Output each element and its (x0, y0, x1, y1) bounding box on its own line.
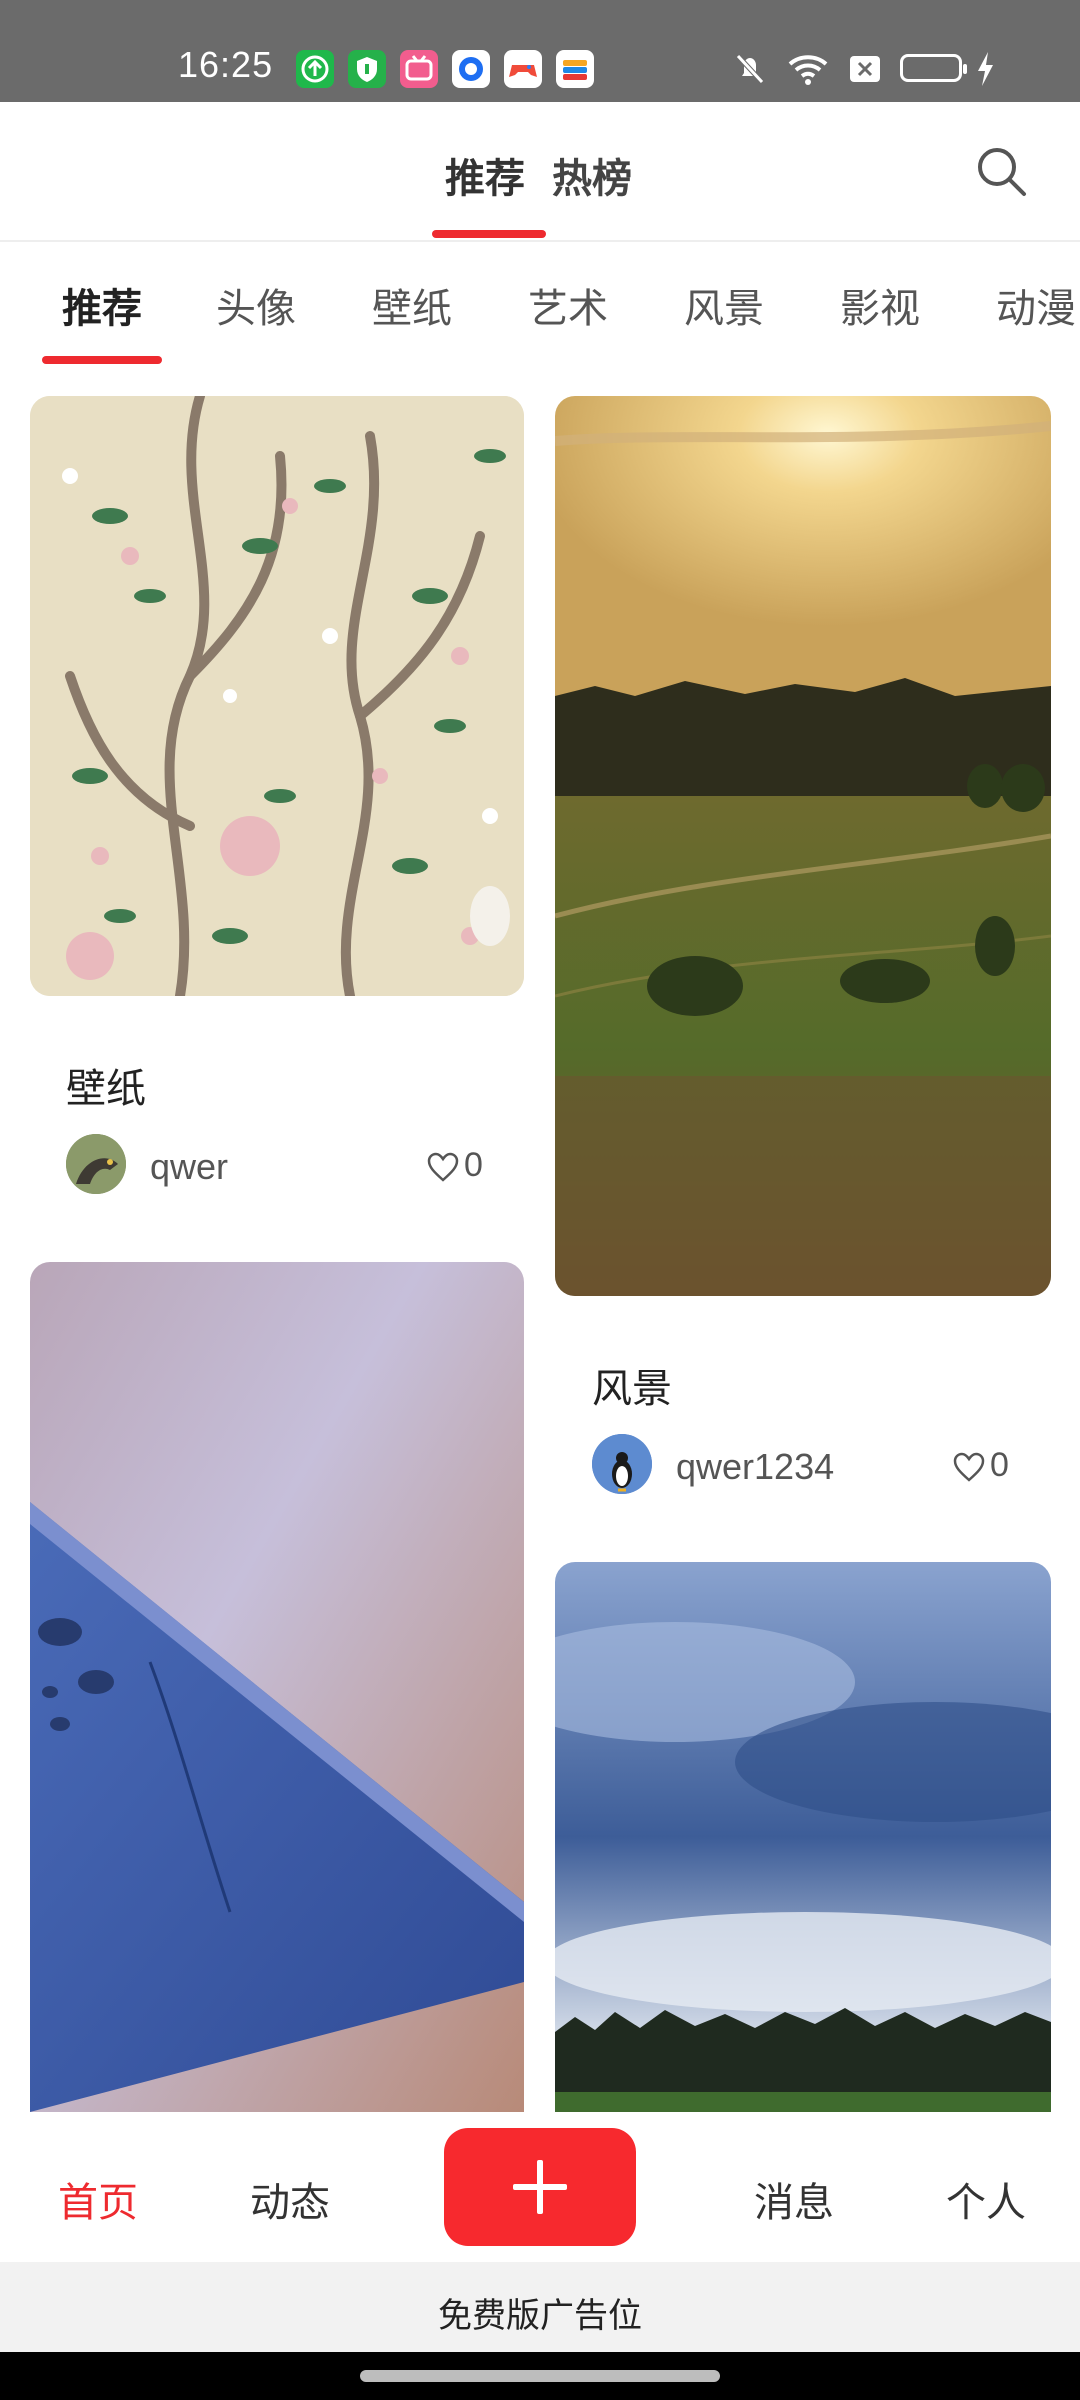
card-title-landscape: 风景 (592, 1366, 672, 1412)
nav-feed[interactable]: 动态 (250, 2170, 330, 2228)
card-image-wallpaper[interactable] (30, 396, 524, 996)
gesture-area (0, 2352, 1080, 2400)
category-landscape[interactable]: 风景 (684, 276, 764, 334)
card-image-blue-slate[interactable] (30, 1262, 524, 2112)
category-film[interactable]: 影视 (840, 276, 920, 334)
category-wallpaper[interactable]: 壁纸 (372, 276, 452, 334)
category-avatar[interactable]: 头像 (216, 276, 296, 334)
wifi-icon (786, 50, 828, 88)
avatar[interactable] (66, 1134, 126, 1194)
bilibili-icon (400, 50, 438, 88)
blue-circle-app-icon (452, 50, 490, 88)
ad-banner[interactable]: 免费版广告位 (0, 2262, 1080, 2352)
like-count[interactable]: 0 (426, 1146, 483, 1185)
home-gesture-bar[interactable] (360, 2370, 720, 2382)
like-count[interactable]: 0 (952, 1446, 1009, 1485)
category-bar: 推荐 头像 壁纸 艺术 风景 影视 动漫 (0, 240, 1080, 370)
create-post-button[interactable] (444, 2128, 636, 2246)
green-shield-icon (348, 50, 386, 88)
game-controller-icon (504, 50, 542, 88)
heart-icon (953, 1452, 985, 1482)
green-upload-icon (296, 50, 334, 88)
avatar[interactable] (592, 1434, 652, 1494)
card-title-wallpaper: 壁纸 (66, 1066, 146, 1112)
tab-hot-list[interactable]: 热榜 (552, 146, 632, 204)
author-name[interactable]: qwer1234 (676, 1446, 834, 1488)
battery-icon (900, 54, 967, 82)
author-name[interactable]: qwer (150, 1146, 228, 1188)
nav-messages[interactable]: 消息 (754, 2170, 834, 2228)
wallet-app-icon (556, 50, 594, 88)
status-time: 16:25 (178, 44, 274, 85)
like-count-value: 0 (464, 1146, 483, 1184)
bottom-nav: 首页 动态 消息 个人 (0, 2112, 1080, 2262)
card-image-cloudy-sky[interactable] (555, 1562, 1051, 2112)
active-tab-indicator (432, 230, 546, 238)
nav-profile[interactable]: 个人 (946, 2170, 1026, 2228)
category-art[interactable]: 艺术 (528, 276, 608, 334)
heart-icon (427, 1152, 459, 1182)
tab-recommend[interactable]: 推荐 (445, 146, 525, 204)
like-count-value: 0 (990, 1446, 1009, 1484)
active-category-indicator (42, 356, 162, 364)
category-recommend[interactable]: 推荐 (62, 276, 142, 334)
sim-off-icon (846, 50, 886, 88)
top-header: 推荐 热榜 (0, 102, 1080, 242)
search-icon[interactable] (972, 142, 1032, 202)
mute-bell-icon (730, 50, 770, 88)
charging-icon (974, 50, 996, 88)
card-image-landscape[interactable] (555, 396, 1051, 1296)
nav-home[interactable]: 首页 (58, 2170, 138, 2228)
status-bar: 16:25 (0, 0, 1080, 102)
category-anime[interactable]: 动漫 (996, 276, 1076, 334)
ad-banner-text: 免费版广告位 (438, 2296, 642, 2336)
